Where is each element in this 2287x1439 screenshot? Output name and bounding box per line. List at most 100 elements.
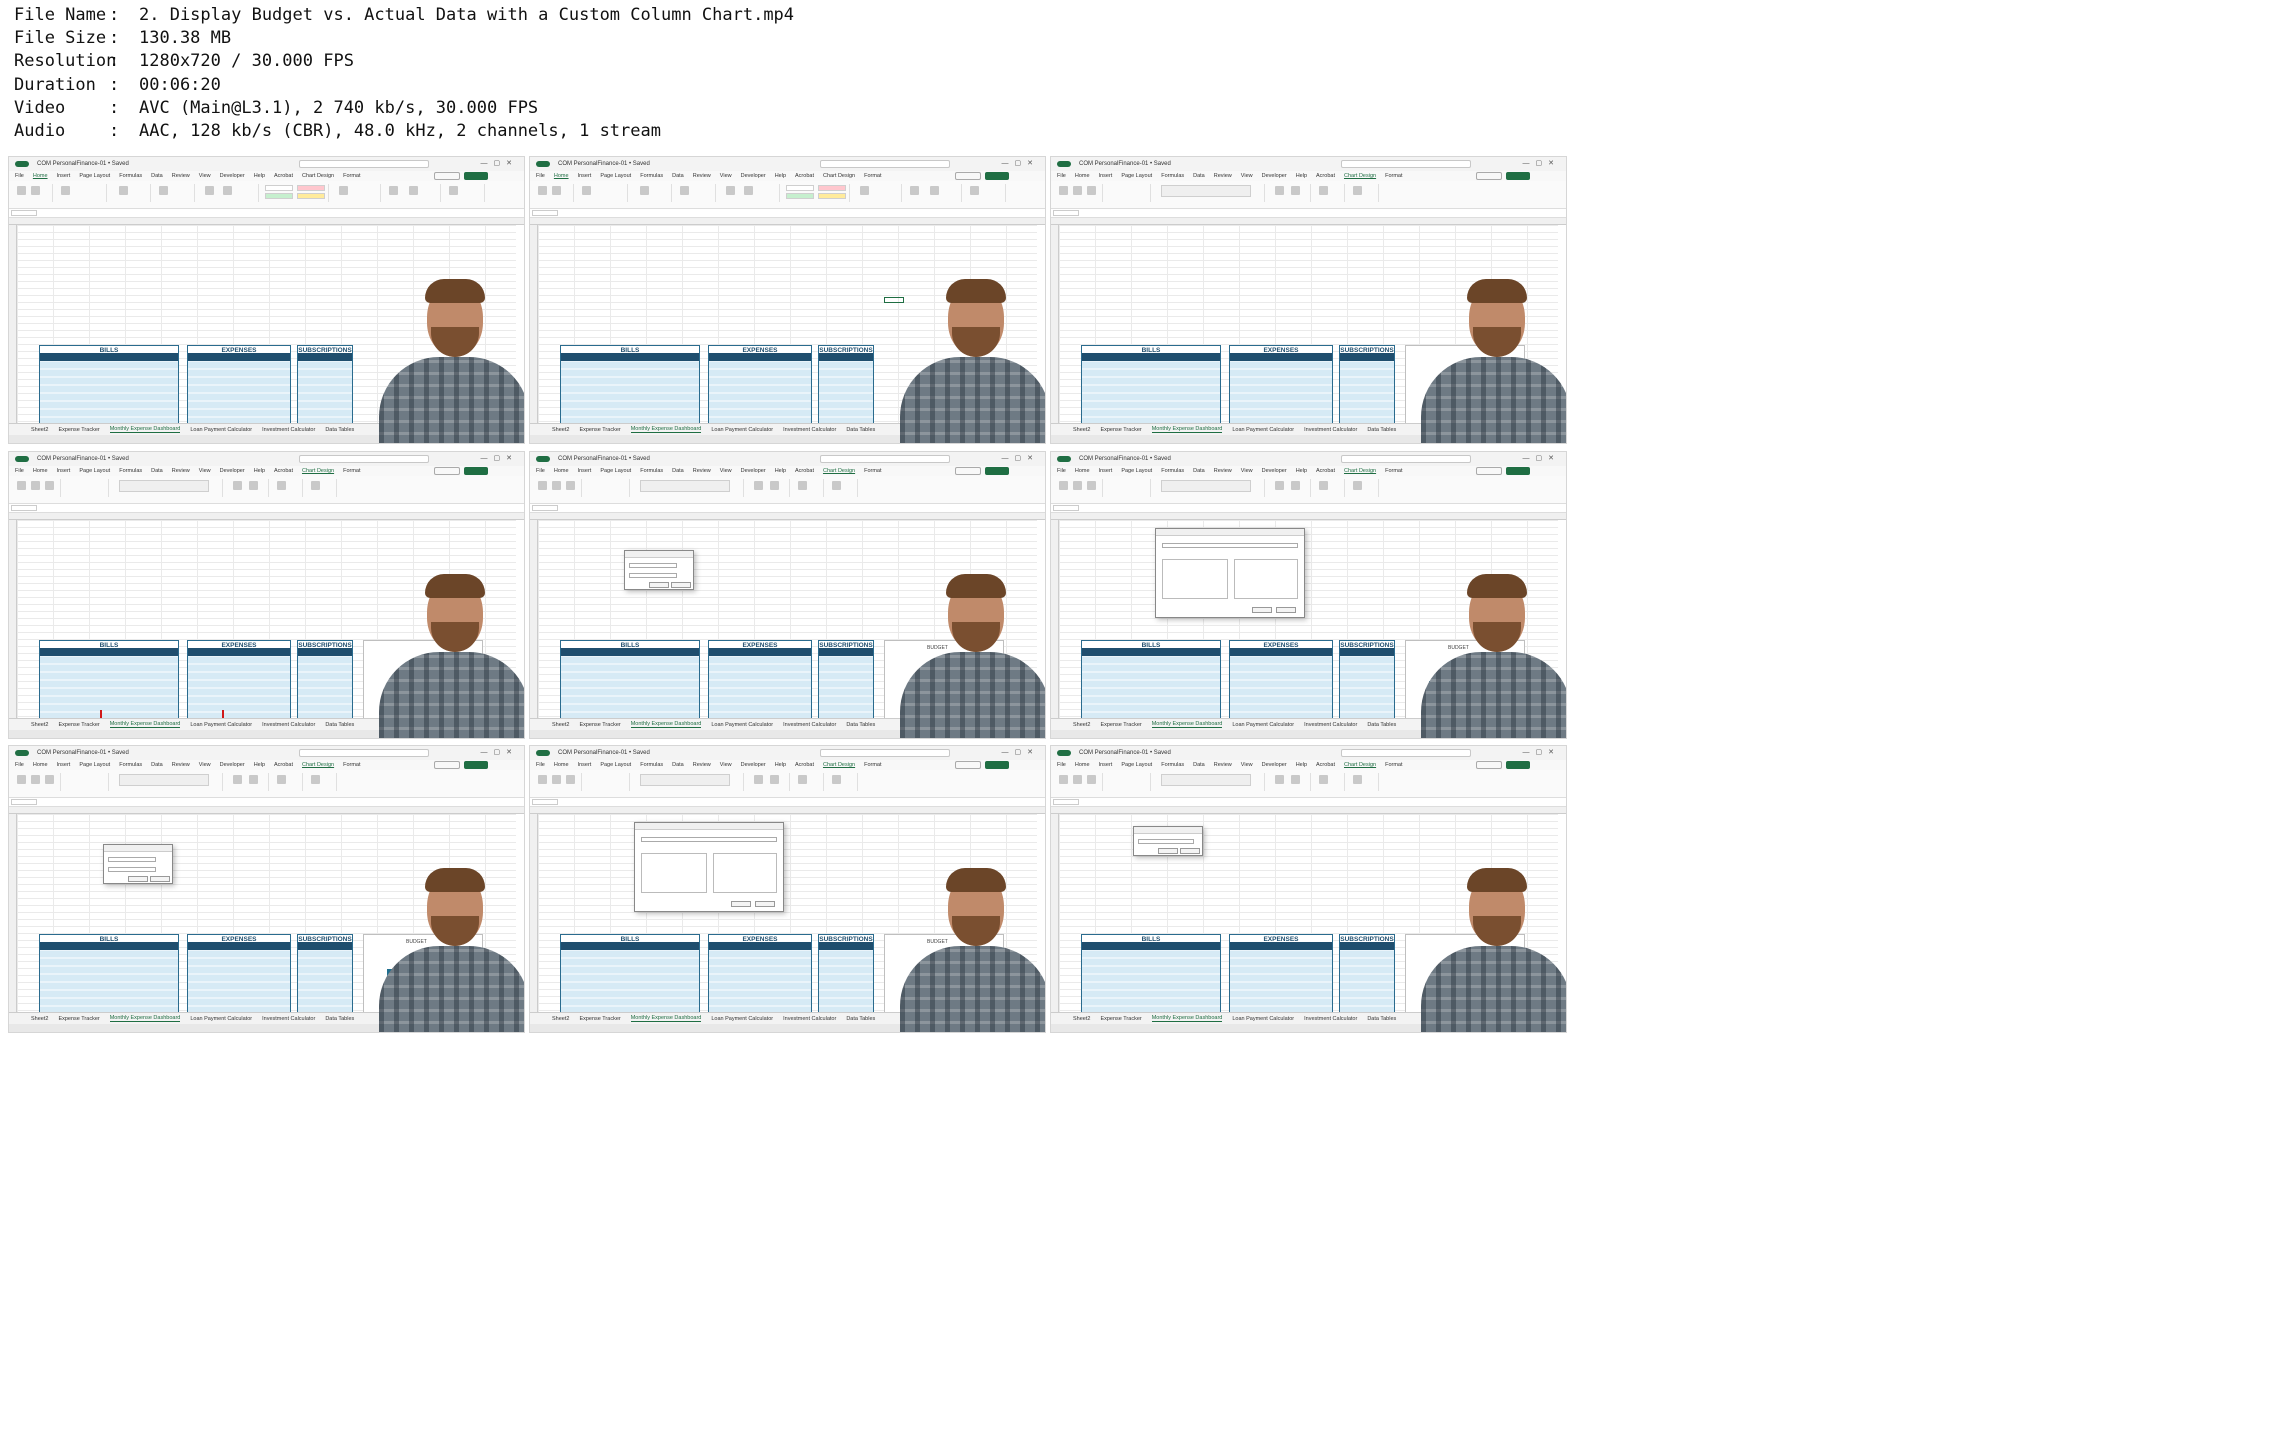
- ribbon-icon[interactable]: [798, 775, 807, 784]
- ribbon-tab[interactable]: Data: [672, 173, 684, 179]
- autosave-toggle[interactable]: [536, 750, 550, 756]
- ribbon-icon[interactable]: [680, 186, 689, 195]
- ribbon-tab[interactable]: Help: [254, 468, 265, 474]
- ribbon-icon[interactable]: [1073, 186, 1082, 195]
- ribbon-tab[interactable]: Help: [775, 173, 786, 179]
- cancel-button[interactable]: [755, 901, 775, 907]
- series-name-field[interactable]: [629, 563, 677, 568]
- ribbon-tab[interactable]: Acrobat: [1316, 762, 1335, 768]
- ribbon-icon[interactable]: [1319, 186, 1328, 195]
- ribbon-icon[interactable]: [277, 481, 286, 490]
- chart-data-range-field[interactable]: [1162, 543, 1298, 548]
- autosave-toggle[interactable]: [1057, 750, 1071, 756]
- ribbon-tab[interactable]: Formulas: [640, 468, 663, 474]
- share-button[interactable]: [985, 761, 1009, 769]
- ribbon-icon[interactable]: [1291, 186, 1300, 195]
- ribbon-tab[interactable]: Help: [1296, 173, 1307, 179]
- ribbon-icon[interactable]: [1275, 775, 1284, 784]
- sheet-tab[interactable]: Monthly Expense Dashboard: [1151, 1015, 1223, 1022]
- sheet-tab[interactable]: Investment Calculator: [262, 427, 315, 433]
- ribbon-tab[interactable]: Formulas: [1161, 762, 1184, 768]
- ribbon-icon[interactable]: [538, 481, 547, 490]
- cancel-button[interactable]: [671, 582, 691, 588]
- ribbon-tab[interactable]: Chart Design: [302, 173, 334, 179]
- sheet-tab[interactable]: Data Tables: [1367, 722, 1396, 728]
- axis-labels-list[interactable]: [713, 853, 777, 893]
- comments-button[interactable]: [434, 761, 460, 769]
- ribbon-icon[interactable]: [17, 481, 26, 490]
- sheet-tab[interactable]: Expense Tracker: [58, 1016, 99, 1022]
- sheet-tab[interactable]: Monthly Expense Dashboard: [630, 1015, 702, 1022]
- ribbon-tab[interactable]: File: [1057, 468, 1066, 474]
- ribbon-icon[interactable]: [1059, 186, 1068, 195]
- sheet-tab[interactable]: Sheet2: [1073, 722, 1090, 728]
- ribbon-icon[interactable]: [1059, 481, 1068, 490]
- ribbon-icon[interactable]: [860, 186, 869, 195]
- ribbon-icon[interactable]: [566, 775, 575, 784]
- ribbon-tab[interactable]: Chart Design: [1344, 468, 1376, 474]
- share-button[interactable]: [1506, 467, 1530, 475]
- ribbon-icon[interactable]: [538, 775, 547, 784]
- ribbon-tab[interactable]: Format: [1385, 173, 1402, 179]
- series-values-field[interactable]: [108, 867, 156, 872]
- ribbon-icon[interactable]: [770, 775, 779, 784]
- comments-button[interactable]: [955, 467, 981, 475]
- ribbon-tab[interactable]: Formulas: [119, 762, 142, 768]
- sheet-tab[interactable]: Loan Payment Calculator: [711, 1016, 773, 1022]
- chart-style-gallery[interactable]: [640, 480, 730, 492]
- ribbon-tab[interactable]: Data: [151, 762, 163, 768]
- search-box[interactable]: [299, 160, 429, 168]
- ribbon-icon[interactable]: [159, 186, 168, 195]
- ribbon-tab[interactable]: View: [199, 468, 211, 474]
- ribbon-tab[interactable]: Page Layout: [1121, 468, 1152, 474]
- ribbon-icon[interactable]: [770, 481, 779, 490]
- ribbon-tab[interactable]: Home: [554, 173, 569, 179]
- ribbon-tab[interactable]: Help: [254, 173, 265, 179]
- style-bad[interactable]: [297, 185, 325, 191]
- cancel-button[interactable]: [150, 876, 170, 882]
- ribbon-tab[interactable]: Developer: [741, 468, 766, 474]
- ribbon-icon[interactable]: [640, 186, 649, 195]
- ribbon-tab[interactable]: Home: [554, 762, 569, 768]
- ribbon-tab[interactable]: Home: [33, 173, 48, 179]
- sheet-tab[interactable]: Sheet2: [31, 427, 48, 433]
- sheet-tab[interactable]: Loan Payment Calculator: [711, 722, 773, 728]
- ribbon-tab[interactable]: Formulas: [119, 468, 142, 474]
- sheet-tab[interactable]: Expense Tracker: [579, 1016, 620, 1022]
- ribbon-icon[interactable]: [409, 186, 418, 195]
- name-box[interactable]: [11, 505, 37, 511]
- ribbon-tab[interactable]: Format: [343, 173, 360, 179]
- ribbon-tab[interactable]: Page Layout: [1121, 762, 1152, 768]
- style-normal[interactable]: [265, 185, 293, 191]
- ok-button[interactable]: [1252, 607, 1272, 613]
- ribbon-tab[interactable]: Data: [1193, 762, 1205, 768]
- ribbon-tab[interactable]: Acrobat: [274, 762, 293, 768]
- name-box[interactable]: [532, 210, 558, 216]
- ribbon-tab[interactable]: File: [536, 468, 545, 474]
- name-box[interactable]: [11, 799, 37, 805]
- comments-button[interactable]: [955, 172, 981, 180]
- sheet-tab[interactable]: Monthly Expense Dashboard: [630, 426, 702, 433]
- ribbon-icon[interactable]: [249, 775, 258, 784]
- ribbon-icon[interactable]: [311, 775, 320, 784]
- ribbon-tab[interactable]: Page Layout: [79, 468, 110, 474]
- ribbon-icon[interactable]: [311, 481, 320, 490]
- ribbon-icon[interactable]: [119, 186, 128, 195]
- sheet-tab[interactable]: Data Tables: [846, 427, 875, 433]
- ribbon-icon[interactable]: [1059, 775, 1068, 784]
- ribbon-tab[interactable]: View: [199, 762, 211, 768]
- ribbon-tab[interactable]: Developer: [741, 173, 766, 179]
- ribbon-icon[interactable]: [582, 186, 591, 195]
- share-button[interactable]: [464, 172, 488, 180]
- ribbon-icon[interactable]: [798, 481, 807, 490]
- ribbon-tab[interactable]: Insert: [1099, 468, 1113, 474]
- ribbon-tab[interactable]: Acrobat: [274, 468, 293, 474]
- ribbon-icon[interactable]: [552, 775, 561, 784]
- ribbon-tab[interactable]: Insert: [57, 173, 71, 179]
- ribbon-icon[interactable]: [1291, 775, 1300, 784]
- ribbon-icon[interactable]: [449, 186, 458, 195]
- ribbon-tab[interactable]: Formulas: [1161, 173, 1184, 179]
- ribbon-icon[interactable]: [249, 481, 258, 490]
- ribbon-icon[interactable]: [970, 186, 979, 195]
- ribbon-icon[interactable]: [726, 186, 735, 195]
